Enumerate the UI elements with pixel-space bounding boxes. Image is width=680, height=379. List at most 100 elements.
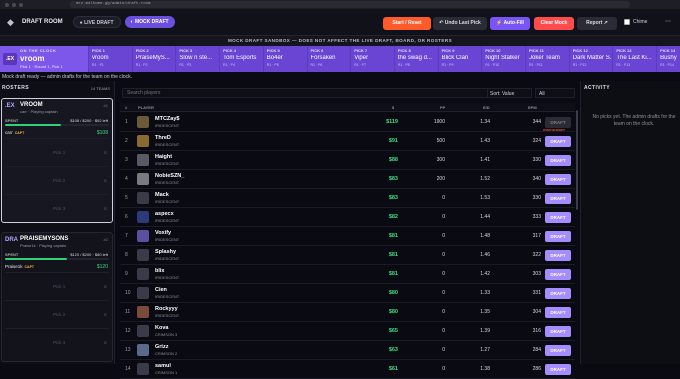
player-name[interactable]: ThreD [155, 135, 171, 141]
undo-last-pick-button[interactable]: ↶ Undo Last Pick [433, 17, 487, 30]
row-number: 14 [125, 366, 131, 372]
player-name: carr [5, 130, 13, 135]
pick-cell[interactable]: PICK 5 Bo4er R1 · P5 [262, 46, 307, 72]
draft-button[interactable]: DRAFT [545, 250, 571, 261]
filter-select[interactable]: All [535, 88, 575, 98]
search-input[interactable] [122, 88, 505, 98]
player-name[interactable]: aspecx [155, 211, 174, 217]
draft-button[interactable]: DRAFT [545, 155, 571, 166]
player-name[interactable]: Rockyyy [155, 306, 178, 312]
player-name[interactable]: blix [155, 268, 164, 274]
player-team: IRIDESCENT [155, 237, 180, 242]
sort-select[interactable]: Sort: Value [487, 88, 532, 98]
player-name[interactable]: Cien [155, 287, 167, 293]
pick-cell[interactable]: PICK 1 vroom R1 · P1 [88, 46, 132, 72]
player-epm: 303 [532, 271, 541, 277]
avatar [137, 192, 149, 204]
pick-cell[interactable]: PICK 13 The Last Ki... R1 · P13 [612, 46, 656, 72]
player-price: $81 [388, 233, 398, 239]
pick-cell[interactable]: PICK 12 Dark Matter S... R1 · P12 [568, 46, 613, 72]
player-epm: 333 [532, 214, 541, 220]
roster-player: carr CAPT [5, 130, 24, 135]
pick-team: Slow n ste... [179, 55, 213, 61]
pick-round: R1 · P2 [135, 63, 148, 67]
player-epm: 344 [532, 119, 541, 125]
player-name[interactable]: Voxify [155, 230, 171, 236]
col-ed[interactable]: E/D [483, 105, 490, 110]
roster-player: Praise1k CAPT [5, 264, 34, 269]
pick-cell[interactable]: PICK 10 Night Stalker R1 · P10 [481, 46, 525, 72]
pick-cell[interactable]: PICK 14 Bushy R1 · P14 [656, 46, 680, 72]
pick-cell[interactable]: PICK 2 PraiseMyS... R1 · P2 [131, 46, 176, 72]
player-name[interactable]: Kova [155, 325, 168, 331]
pick-cell[interactable]: PICK 9 Blick Clan R1 · P9 [437, 46, 482, 72]
draft-button[interactable]: DRAFT [545, 269, 571, 280]
player-epm: 304 [532, 309, 541, 315]
tab-live-draft[interactable]: ● LIVE DRAFT [72, 16, 121, 28]
slot-label: Pick 1 [53, 284, 66, 289]
player-name[interactable]: Grizz [155, 344, 168, 350]
player-name[interactable]: MTCZay$ [155, 116, 179, 122]
checkbox-icon[interactable] [624, 19, 630, 25]
draft-button[interactable]: DRAFT [545, 288, 571, 299]
tab-mock-draft[interactable]: ◐ MOCK DRAFT [124, 16, 175, 28]
pick-team: Dark Matter S... [572, 55, 613, 61]
col-num[interactable]: # [125, 105, 127, 110]
sandbox-banner: MOCK DRAFT SANDBOX — DOES NOT AFFECT THE… [0, 36, 680, 46]
scrollbar[interactable] [576, 110, 578, 210]
draft-button[interactable]: DRAFT [545, 326, 571, 337]
avatar [137, 173, 149, 185]
start-reset-button[interactable]: Start / Reset [383, 17, 431, 30]
draft-button[interactable]: DRAFT [545, 136, 571, 147]
draft-button[interactable]: DRAFT [545, 364, 571, 375]
draft-button[interactable]: DRAFT [545, 307, 571, 318]
draft-button[interactable]: DRAFT [545, 193, 571, 204]
pick-cell[interactable]: PICK 8 the swag d... R1 · P8 [393, 46, 438, 72]
row-number: 7 [125, 233, 128, 239]
pick-cell[interactable]: PICK 4 Tom Esports R1 · P4 [219, 46, 263, 72]
pick-cell[interactable]: PICK 6 Forsaken R1 · P6 [306, 46, 351, 72]
roster-card[interactable]: .EX VROOM carr · Playing captain #1 SPEN… [1, 98, 113, 223]
roster-card[interactable]: DRA PRAISEMYSONS Praise1k · Playing capt… [1, 232, 113, 362]
pick-team: vroom [92, 55, 109, 61]
draft-button[interactable]: DRAFT [545, 345, 571, 356]
slot-icon: ⊠ [103, 312, 107, 317]
draft-button[interactable]: DRAFT [545, 212, 571, 223]
pick-cell[interactable]: PICK 3 Slow n ste... R1 · P3 [175, 46, 219, 72]
player-ed: 1.39 [480, 328, 490, 334]
col-pp[interactable]: PP [440, 105, 445, 110]
player-epm: 322 [532, 252, 541, 258]
pick-cell[interactable]: PICK 11 Joker Team R1 · P11 [525, 46, 569, 72]
report-button[interactable]: Report ↗ [577, 17, 617, 30]
player-name[interactable]: Splashy [155, 249, 176, 255]
slot-icon: ⊠ [103, 340, 107, 345]
clear-mock-button[interactable]: Clear Mock [534, 17, 574, 30]
pick-team: the swag d... [397, 55, 432, 61]
player-ed: 1.46 [480, 252, 490, 258]
draft-button[interactable]: DRAFT [545, 174, 571, 185]
player-pp: 0 [442, 366, 445, 372]
slot-label: Pick 3 [53, 340, 66, 345]
slot-icon: ⊠ [103, 284, 107, 289]
col-epm[interactable]: EPM [528, 105, 537, 110]
col-player[interactable]: PLAYER [138, 105, 154, 110]
pick-cell[interactable]: PICK 7 Viper R1 · P7 [350, 46, 394, 72]
more-menu-icon[interactable]: ⋯ [665, 18, 671, 25]
player-name[interactable]: NobieSZN_ [155, 173, 184, 179]
player-name[interactable]: Mack [155, 192, 169, 198]
player-price: $120 [96, 264, 108, 270]
chime-toggle[interactable]: Chime [624, 19, 647, 25]
player-epm: 330 [532, 157, 541, 163]
player-name[interactable]: Haight [155, 154, 172, 160]
player-ed: 1.52 [480, 176, 490, 182]
slot-label: Pick 2 [53, 312, 66, 317]
pick-order-bar: .EX ON THE CLOCK vroom Pick 1 · Round 1,… [0, 46, 680, 72]
col-price[interactable]: $ [392, 105, 394, 110]
window-controls[interactable] [5, 2, 23, 7]
pick-team: PraiseMyS... [135, 55, 170, 61]
draft-button[interactable]: DRAFT [545, 117, 571, 128]
draft-button[interactable]: DRAFT [545, 231, 571, 242]
row-number: 13 [125, 347, 131, 353]
url-bar[interactable]: mrz.mdlhome.gg/admin/draft-room [70, 1, 630, 8]
auto-fill-button[interactable]: ⚡ Auto-Fill [490, 17, 530, 30]
